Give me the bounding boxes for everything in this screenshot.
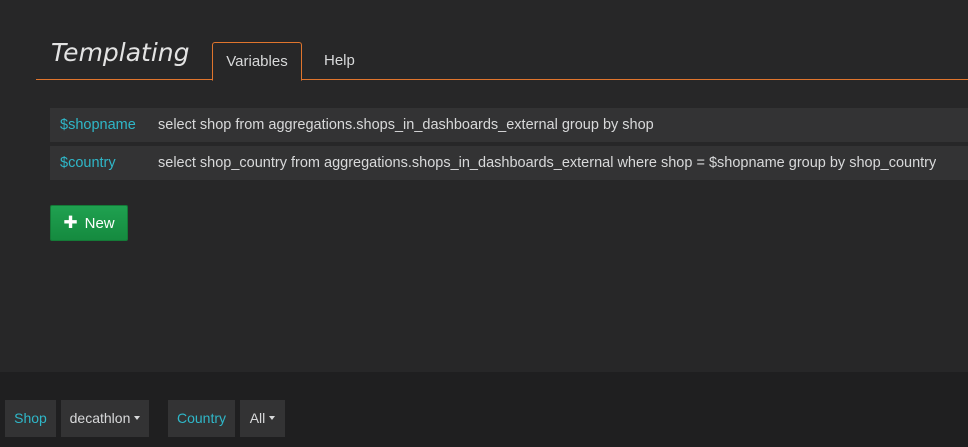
table-row: $country select shop_country from aggreg… [50, 146, 968, 180]
template-variables-bar: Shop decathlon Country All [0, 372, 968, 447]
variables-table: $shopname select shop from aggregations.… [50, 108, 968, 184]
editor-title: Templating [51, 38, 190, 67]
new-button-label: New [84, 214, 115, 232]
caret-down-icon [134, 416, 141, 421]
variable-name-link[interactable]: $country [50, 155, 158, 171]
variable-name-link[interactable]: $shopname [50, 117, 158, 133]
new-variable-button[interactable]: ✚ New [50, 205, 128, 241]
country-variable-value: All [249, 410, 266, 426]
variable-query: select shop_country from aggregations.sh… [158, 155, 937, 171]
shop-variable-dropdown[interactable]: decathlon [61, 400, 149, 437]
templating-editor: Templating Variables Help $shopname sele… [0, 0, 968, 372]
table-row: $shopname select shop from aggregations.… [50, 108, 968, 142]
tab-variables[interactable]: Variables [212, 42, 302, 81]
plus-icon: ✚ [63, 212, 78, 232]
variable-query: select shop from aggregations.shops_in_d… [158, 117, 654, 133]
tab-help[interactable]: Help [310, 42, 369, 81]
shop-variable-value: decathlon [69, 410, 131, 426]
shop-variable-label: Shop [5, 400, 56, 437]
country-variable-label: Country [168, 400, 235, 437]
country-variable-dropdown[interactable]: All [240, 400, 285, 437]
editor-header: Templating Variables Help [36, 0, 968, 81]
caret-down-icon [269, 416, 276, 421]
